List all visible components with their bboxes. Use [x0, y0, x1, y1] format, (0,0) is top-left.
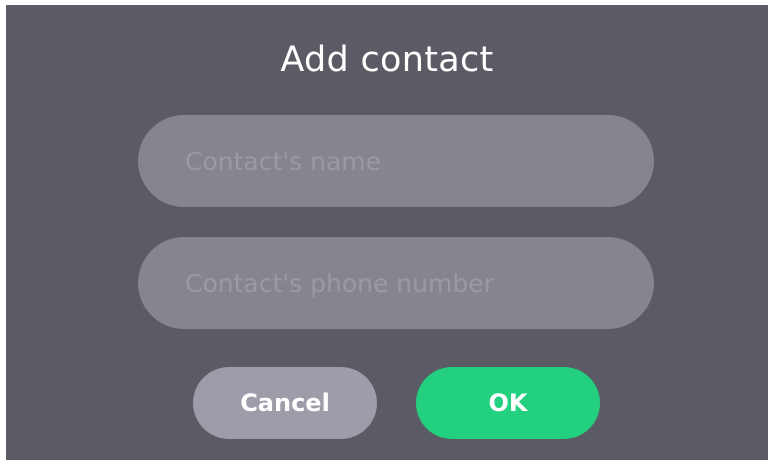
contact-phone-input[interactable] — [138, 237, 654, 329]
contact-name-input[interactable] — [138, 115, 654, 207]
ok-button[interactable]: OK — [416, 367, 600, 439]
dialog-title: Add contact — [280, 40, 494, 80]
add-contact-dialog: Add contact Cancel OK — [6, 5, 768, 460]
cancel-button[interactable]: Cancel — [193, 367, 377, 439]
